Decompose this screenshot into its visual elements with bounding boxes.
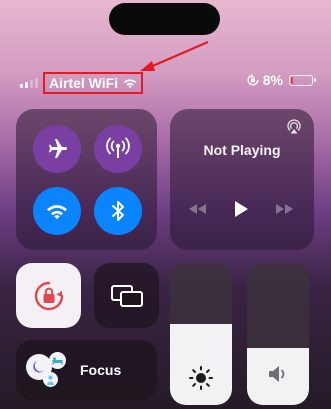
wifi-toggle[interactable] [33,187,81,235]
focus-button[interactable]: Focus [16,340,157,400]
dynamic-island [109,3,220,35]
speaker-icon [269,366,285,382]
battery-icon [289,74,316,86]
rewind-icon[interactable] [186,201,208,217]
volume-slider[interactable] [247,263,309,405]
play-icon[interactable] [231,198,251,220]
carrier-name: Airtel WiFi [49,75,119,91]
bed-icon [49,352,66,369]
annotation-arrow [140,40,209,71]
person-icon [43,372,58,387]
cellular-data-toggle[interactable] [94,125,142,173]
now-playing-module[interactable]: Not Playing [170,109,314,250]
focus-label: Focus [80,362,122,378]
wifi-icon [47,205,67,220]
status-bar-right: 8% [247,72,316,88]
wifi-icon [123,79,137,88]
carrier-highlight-box: Airtel WiFi [43,72,144,94]
rotation-lock-icon [247,74,259,86]
rotation-lock-icon [34,281,63,310]
focus-mode-icons [26,352,72,390]
media-title: Not Playing [203,142,281,158]
cellular-antenna-icon [106,137,130,158]
airplane-icon [49,139,67,158]
cellular-signal-icon [20,78,38,88]
brightness-slider[interactable] [170,263,232,405]
bluetooth-toggle[interactable] [94,187,142,235]
battery-percentage: 8% [262,72,283,88]
rotation-lock-toggle[interactable] [16,263,81,328]
screen-mirroring-button[interactable] [94,263,159,328]
fast-forward-icon[interactable] [274,201,296,217]
sun-icon [189,366,213,390]
airplay-icon[interactable] [286,119,302,135]
connectivity-module [16,109,157,250]
status-bar-left: Airtel WiFi [20,72,144,94]
bluetooth-icon [112,201,124,221]
screen-mirroring-icon [110,284,143,307]
airplane-mode-toggle[interactable] [33,125,81,173]
